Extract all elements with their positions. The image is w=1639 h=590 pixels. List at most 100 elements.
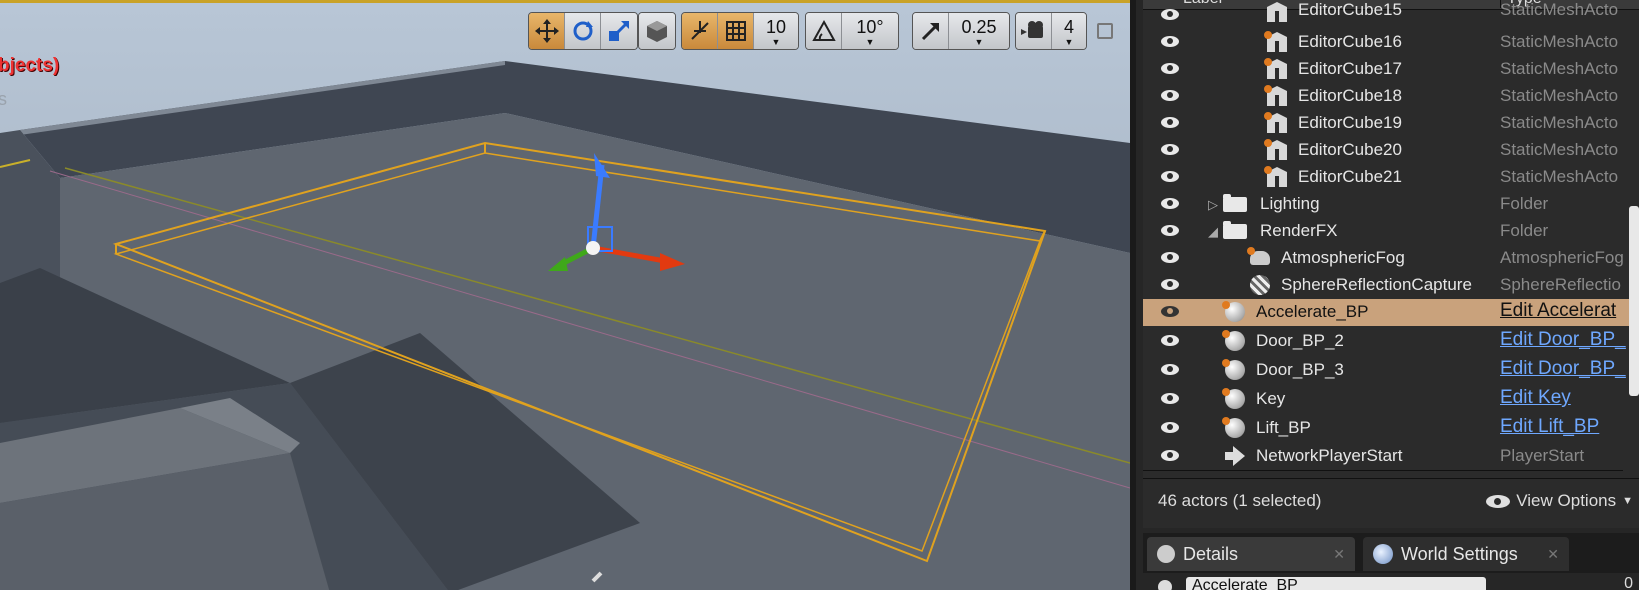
folder-label: RenderFX [1260,221,1338,240]
edit-blueprint-link[interactable]: Edit Door_BP_ [1500,358,1626,380]
visibility-eye-icon[interactable] [1161,144,1179,155]
visibility-eye-icon[interactable] [1161,198,1179,209]
status-dot-icon [1264,85,1272,93]
outliner-row[interactable]: AtmosphericFog AtmosphericFog [1143,245,1639,272]
surface-snap-icon [690,21,709,40]
actor-type: StaticMeshActo [1500,32,1619,51]
translate-mode-button[interactable] [529,13,565,49]
expand-arrow-icon[interactable]: ▷ [1208,197,1218,213]
visibility-eye-icon[interactable] [1161,252,1179,263]
details-lock-value: 0 [1624,575,1633,590]
outliner-scrollbar[interactable] [1629,206,1639,396]
rotation-snap-toggle[interactable] [806,13,842,49]
edit-blueprint-link[interactable]: Edit Door_BP_ [1500,329,1626,351]
camera-speed-group: 4 ▼ [1015,12,1087,50]
outliner-row[interactable]: Door_BP_2 Edit Door_BP_ [1143,328,1639,355]
world-local-toggle[interactable] [639,13,675,49]
close-icon[interactable]: ✕ [1547,546,1559,563]
rotation-snap-dropdown[interactable]: 10° ▼ [842,13,898,49]
rotation-snap-group: 10° ▼ [805,12,899,50]
actor-label: EditorCube17 [1298,59,1402,78]
visibility-eye-icon[interactable] [1161,225,1179,236]
actor-label: Lift_BP [1256,418,1311,437]
rotate-mode-button[interactable] [565,13,601,49]
outliner-folder-row[interactable]: ▷ Lighting Folder [1143,191,1639,218]
actor-label: EditorCube18 [1298,86,1402,105]
folder-icon [1223,194,1247,212]
status-dot-icon [1264,166,1272,174]
viewport-scene[interactable] [0,3,1130,590]
visibility-eye-icon[interactable] [1161,9,1179,20]
collapse-arrow-icon[interactable]: ◢ [1208,224,1218,240]
visibility-eye-icon[interactable] [1161,422,1179,433]
outliner-row[interactable]: EditorCube15 StaticMeshActo [1143,0,1639,29]
tab-details[interactable]: Details ✕ [1147,537,1355,571]
outliner-row[interactable]: EditorCube17 StaticMeshActo [1143,56,1639,83]
visibility-eye-icon[interactable] [1161,117,1179,128]
edit-blueprint-link[interactable]: Edit Key [1500,387,1626,409]
scale-mode-button[interactable] [601,13,637,49]
actor-label: Accelerate_BP [1256,302,1369,321]
actor-type: StaticMeshActo [1500,167,1619,186]
visibility-eye-icon[interactable] [1161,393,1179,404]
scale-snap-toggle[interactable] [913,13,949,49]
outliner-row[interactable]: EditorCube20 StaticMeshActo [1143,137,1639,164]
camera-speed-button[interactable] [1016,13,1052,49]
move-arrows-icon [534,19,559,43]
status-dot-icon [1247,247,1255,255]
visibility-eye-icon[interactable] [1161,335,1179,346]
outliner-row[interactable]: NetworkPlayerStart PlayerStart [1143,443,1639,470]
visibility-eye-icon[interactable] [1161,90,1179,101]
status-dot-icon [1264,31,1272,39]
visibility-eye-icon[interactable] [1161,450,1179,461]
view-options-button[interactable]: View Options ▼ [1486,491,1633,511]
actor-type: StaticMeshActo [1500,59,1619,78]
visibility-eye-icon[interactable] [1161,306,1179,317]
outliner-row[interactable]: EditorCube19 StaticMeshActo [1143,110,1639,137]
actor-label: EditorCube21 [1298,167,1402,186]
outliner-row-selected[interactable]: Accelerate_BP Edit Accelerat [1143,299,1639,326]
static-mesh-icon [1267,2,1287,22]
close-icon[interactable]: ✕ [1333,546,1345,563]
grid-snap-toggle[interactable] [718,13,754,49]
actor-count: 46 actors (1 selected) [1158,491,1322,510]
outliner-row[interactable]: SphereReflectionCapture SphereReflectio [1143,272,1639,299]
outliner-row[interactable]: EditorCube21 StaticMeshActo [1143,164,1639,191]
outliner-row[interactable]: Lift_BP Edit Lift_BP [1143,415,1639,442]
status-dot-icon [1264,112,1272,120]
edit-blueprint-link[interactable]: Edit Lift_BP [1500,416,1626,438]
visibility-eye-icon[interactable] [1161,36,1179,47]
actor-name-field[interactable]: Accelerate_BP [1186,577,1486,590]
grid-snap-size-dropdown[interactable]: 10 ▼ [754,13,798,49]
level-viewport[interactable]: bjects) s 10 ▼ 10° [0,0,1130,590]
actor-label: SphereReflectionCapture [1281,275,1472,294]
outliner-row[interactable]: Door_BP_3 Edit Door_BP_ [1143,357,1639,384]
visibility-eye-icon[interactable] [1161,364,1179,375]
status-dot-icon [1222,301,1230,309]
scale-arrow-icon [921,23,939,41]
outliner-row[interactable]: EditorCube18 StaticMeshActo [1143,83,1639,110]
visibility-eye-icon[interactable] [1161,63,1179,74]
eye-icon [1486,494,1511,508]
maximize-viewport-icon[interactable] [1097,23,1113,39]
visibility-eye-icon[interactable] [1161,279,1179,290]
right-panel: Label Type EditorCube15 StaticMeshActo E… [1130,0,1639,590]
tab-label: Details [1183,543,1239,564]
chevron-down-icon: ▼ [865,37,875,47]
cube-icon [647,21,667,42]
camera-speed-dropdown[interactable]: 4 ▼ [1052,13,1086,49]
edit-blueprint-link[interactable]: Edit Accelerat [1500,300,1626,322]
actor-type: SphereReflectio [1500,275,1621,294]
outliner-row[interactable]: Key Edit Key [1143,386,1639,413]
outliner-folder-row[interactable]: ◢ RenderFX Folder [1143,218,1639,245]
visibility-eye-icon[interactable] [1161,171,1179,182]
surface-snap-button[interactable] [682,13,718,49]
actor-label: AtmosphericFog [1281,248,1405,267]
tab-world-settings[interactable]: World Settings ✕ [1363,537,1569,571]
scale-snap-dropdown[interactable]: 0.25 ▼ [949,13,1009,49]
chevron-down-icon: ▼ [974,37,984,47]
camera-speed-value: 4 [1063,17,1074,37]
details-name-bar: Accelerate_BP 0 [1143,573,1639,590]
actor-type: Folder [1500,194,1549,213]
outliner-row[interactable]: EditorCube16 StaticMeshActo [1143,29,1639,56]
